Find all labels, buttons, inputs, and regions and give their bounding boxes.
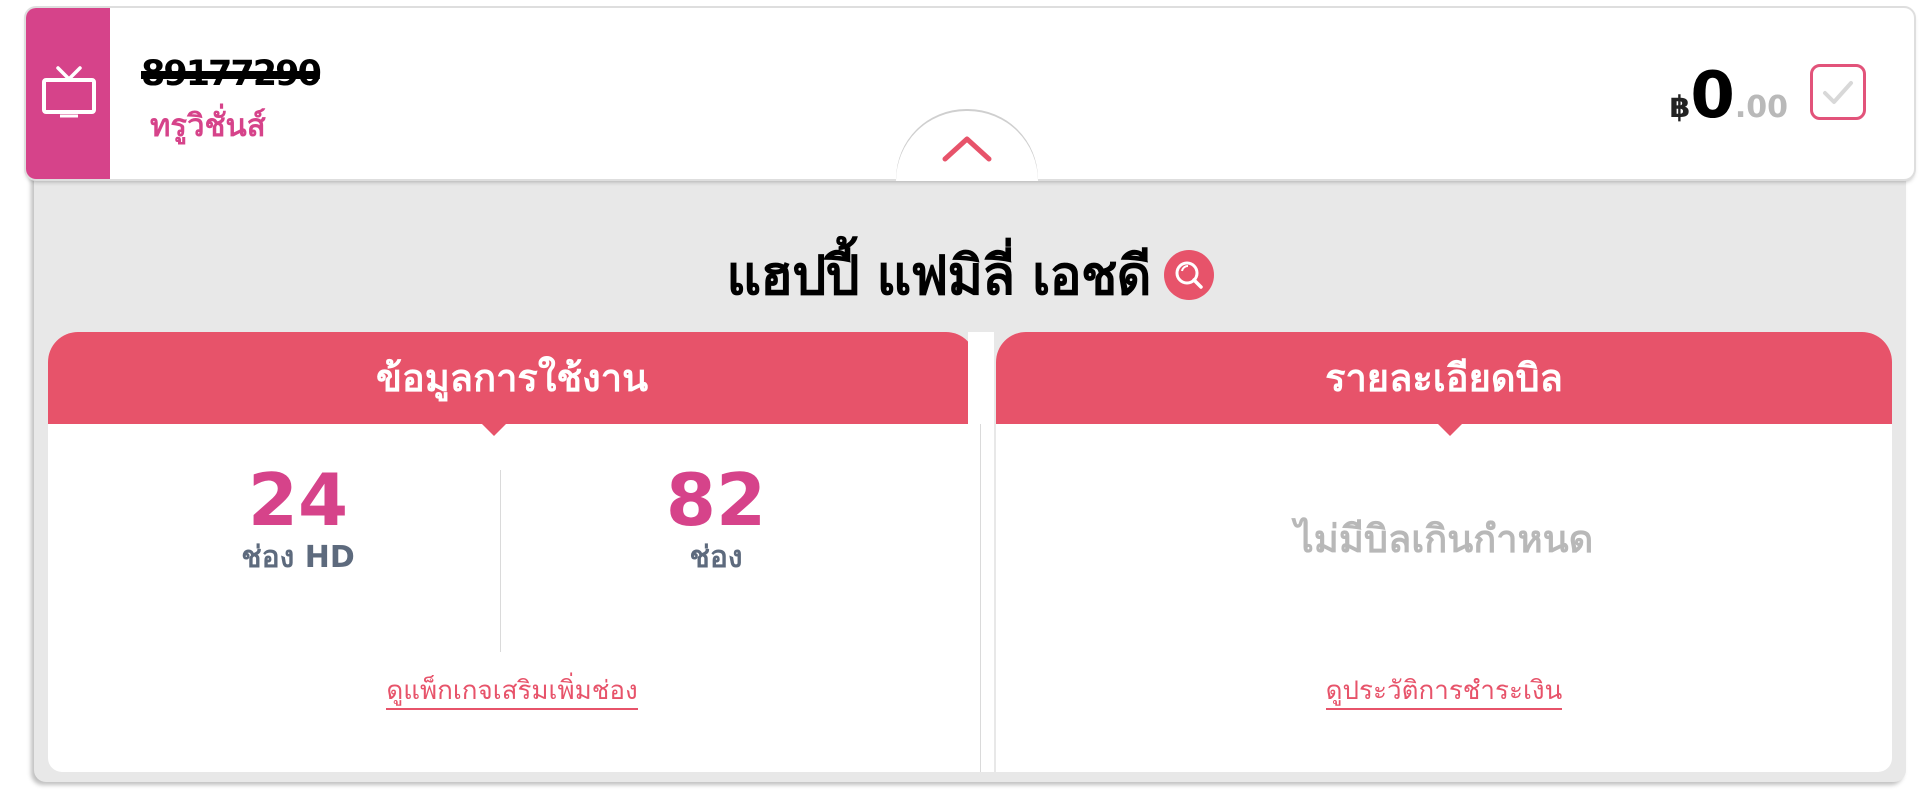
chevron-up-icon bbox=[942, 136, 992, 162]
addon-package-link-row: ดูแพ็กเกจเสริมเพิ่มช่อง bbox=[48, 670, 976, 711]
tv-icon bbox=[42, 66, 96, 118]
balance-decimals: .00 bbox=[1734, 90, 1788, 125]
plan-name: แฮปปี้ แฟมิลี่ เอชดี bbox=[726, 244, 1151, 307]
service-icon-block bbox=[26, 8, 110, 179]
usage-header: ข้อมูลการใช้งาน bbox=[48, 332, 976, 436]
select-checkbox[interactable] bbox=[1810, 64, 1866, 120]
bill-section: รายละเอียดบิล ไม่มีบิลเกินกำหนด ดูประวัต… bbox=[996, 332, 1892, 772]
header-pointer bbox=[1437, 423, 1463, 436]
usage-section: ข้อมูลการใช้งาน 24 ช่อง HD 82 ช่อง ดูแพ็… bbox=[48, 332, 976, 772]
balance-amount: ฿0.00 bbox=[1669, 64, 1788, 128]
check-icon bbox=[1823, 81, 1853, 104]
plan-title-row: แฮปปี้ แฟมิลี่ เอชดี bbox=[34, 232, 1906, 318]
stat-divider bbox=[500, 470, 501, 652]
channels-label: ช่อง bbox=[689, 540, 743, 575]
hd-channels-stat: 24 ช่อง HD bbox=[148, 462, 448, 578]
search-icon[interactable] bbox=[1163, 250, 1214, 300]
currency-symbol: ฿ bbox=[1669, 90, 1691, 125]
section-divider bbox=[968, 332, 994, 772]
bill-title: รายละเอียดบิล bbox=[1325, 356, 1563, 400]
usage-title: ข้อมูลการใช้งาน bbox=[375, 356, 649, 400]
service-name: ทรูวิชั่นส์ bbox=[150, 108, 266, 144]
channels-stat: 82 ช่อง bbox=[566, 462, 866, 578]
plan-detail-panel: แฮปปี้ แฟมิลี่ เอชดี ข้อมูลการใช้งาน 24 … bbox=[34, 172, 1906, 782]
hd-channels-count: 24 bbox=[247, 458, 349, 542]
channels-count: 82 bbox=[665, 458, 767, 542]
account-number: 89177290 bbox=[141, 54, 322, 94]
hd-channels-label: ช่อง HD bbox=[241, 540, 355, 575]
header-pointer bbox=[481, 423, 507, 436]
balance-integer: 0 bbox=[1690, 59, 1735, 133]
bill-status: ไม่มีบิลเกินกำหนด bbox=[1294, 517, 1594, 561]
bill-header: รายละเอียดบิล bbox=[996, 332, 1892, 436]
payment-history-link[interactable]: ดูประวัติการชำระเงิน bbox=[1325, 676, 1563, 710]
payment-history-link-row: ดูประวัติการชำระเงิน bbox=[996, 670, 1892, 711]
addon-package-link[interactable]: ดูแพ็กเกจเสริมเพิ่มช่อง bbox=[386, 676, 638, 710]
